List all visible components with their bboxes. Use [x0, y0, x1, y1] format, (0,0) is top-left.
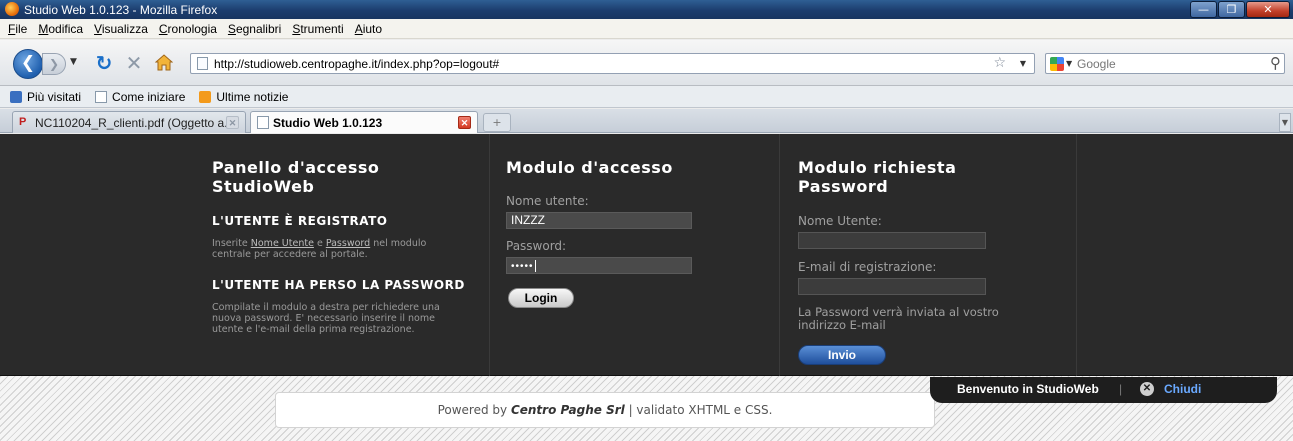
footer: Powered by Centro Paghe Srl | validato X… — [275, 392, 935, 428]
password-input[interactable]: ••••• — [506, 257, 692, 274]
menu-cronologia[interactable]: Cronologia — [159, 22, 217, 36]
section-lost-password-title: L'UTENTE HA PERSO LA PASSWORD — [212, 278, 465, 292]
maximize-button[interactable]: ❐ — [1218, 1, 1245, 18]
close-window-button[interactable]: ✕ — [1246, 1, 1290, 18]
minimize-button[interactable]: — — [1190, 1, 1217, 18]
chiudi-link[interactable]: Chiudi — [1164, 382, 1201, 396]
invio-button[interactable]: Invio — [798, 345, 886, 365]
tab-close-icon[interactable]: ✕ — [458, 116, 471, 129]
navigation-toolbar: ❮ ❯ ▼ ↻ ✕ http://studioweb.centropaghe.i… — [0, 40, 1293, 86]
welcome-separator: | — [1119, 382, 1123, 396]
window-controls: — ❐ ✕ — [1189, 1, 1290, 18]
welcome-text: Benvenuto in StudioWeb — [957, 382, 1099, 396]
recover-username-label: Nome Utente: — [798, 214, 882, 228]
tab-studio-web[interactable]: Studio Web 1.0.123 ✕ — [250, 111, 478, 133]
tab-list-icon[interactable]: ▼ — [1279, 113, 1291, 132]
username-input[interactable]: INZZZ — [506, 212, 692, 229]
window-title: Studio Web 1.0.123 - Mozilla Firefox — [24, 3, 218, 17]
footer-brand-link[interactable]: Centro Paghe Srl — [511, 403, 625, 417]
nome-utente-link: Nome Utente — [250, 238, 314, 249]
menu-aiuto[interactable]: Aiuto — [355, 22, 382, 36]
page-icon — [257, 116, 269, 129]
menu-bar: File Modifica Visualizza Cronologia Segn… — [0, 19, 1293, 39]
recover-username-input[interactable] — [798, 232, 986, 249]
stop-icon[interactable]: ✕ — [122, 51, 146, 75]
url-dropdown-icon[interactable]: ▼ — [1020, 59, 1026, 68]
recover-email-label: E-mail di registrazione: — [798, 260, 937, 274]
recover-info-text: La Password verrà inviata al vostro indi… — [798, 305, 999, 332]
password-link: Password — [325, 238, 371, 249]
section-lost-password-text: Compilate il modulo a destra per richied… — [212, 302, 440, 335]
login-button[interactable]: Login — [508, 288, 574, 308]
menu-strumenti[interactable]: Strumenti — [292, 22, 343, 36]
username-label: Nome utente: — [506, 194, 589, 208]
bookmark-label: Più visitati — [27, 89, 82, 104]
bookmark-label: Come iniziare — [112, 89, 186, 104]
login-title: Modulo d'accesso — [506, 158, 673, 177]
bookmark-come-iniziare[interactable]: Come iniziare — [95, 90, 185, 104]
tab-label: Studio Web 1.0.123 — [273, 116, 383, 130]
firefox-icon — [5, 2, 19, 16]
tab-close-icon[interactable]: ✕ — [226, 116, 239, 129]
recover-title: Modulo richiesta Password — [798, 158, 957, 196]
menu-file[interactable]: File — [8, 22, 27, 36]
rss-icon — [199, 90, 212, 103]
section-registered-text: Inserite Nome Utente e Password nel modu… — [212, 238, 427, 260]
password-label: Password: — [506, 239, 567, 253]
close-icon[interactable]: ✕ — [1140, 382, 1154, 396]
pdf-icon: P — [19, 116, 27, 128]
tab-label: NC110204_R_clienti.pdf (Oggetto a... — [35, 116, 235, 130]
page-content: Panello d'accesso StudioWeb L'UTENTE È R… — [0, 134, 1293, 441]
forward-button[interactable]: ❯ — [42, 53, 66, 75]
info-column: Panello d'accesso StudioWeb L'UTENTE È R… — [200, 134, 490, 376]
login-column: Modulo d'accesso Nome utente: INZZZ Pass… — [490, 134, 780, 376]
menu-modifica[interactable]: Modifica — [38, 22, 83, 36]
menu-visualizza[interactable]: Visualizza — [94, 22, 148, 36]
most-visited-icon — [10, 90, 22, 103]
window-titlebar: Studio Web 1.0.123 - Mozilla Firefox — ❐… — [0, 0, 1293, 19]
search-bar[interactable]: ▼ Google ⚲ — [1045, 53, 1285, 74]
bookmark-star-icon[interactable]: ☆ — [993, 55, 1006, 71]
history-dropdown-icon[interactable]: ▼ — [70, 57, 77, 67]
reload-icon[interactable]: ↻ — [92, 51, 116, 75]
panel-title: Panello d'accesso StudioWeb — [212, 158, 380, 196]
search-icon[interactable]: ⚲ — [1270, 54, 1281, 72]
tab-bar: P NC110204_R_clienti.pdf (Oggetto a... ✕… — [0, 109, 1293, 133]
tab-pdf[interactable]: P NC110204_R_clienti.pdf (Oggetto a... ✕ — [12, 111, 246, 133]
new-tab-button[interactable]: + — [483, 113, 511, 132]
bookmark-piu-visitati[interactable]: Più visitati — [10, 90, 81, 104]
back-button[interactable]: ❮ — [13, 49, 43, 79]
url-text[interactable]: http://studioweb.centropaghe.it/index.ph… — [214, 57, 499, 71]
page-icon — [197, 57, 208, 70]
welcome-bar: Benvenuto in StudioWeb | ✕ Chiudi — [930, 377, 1277, 403]
google-icon[interactable] — [1050, 57, 1064, 71]
password-request-column: Modulo richiesta Password Nome Utente: E… — [780, 134, 1077, 376]
search-engine-dropdown-icon[interactable]: ▼ — [1066, 59, 1072, 68]
page-icon — [95, 90, 108, 103]
home-icon[interactable] — [152, 51, 176, 75]
address-bar[interactable]: http://studioweb.centropaghe.it/index.ph… — [190, 53, 1035, 74]
bookmark-label: Ultime notizie — [216, 89, 289, 104]
menu-segnalibri[interactable]: Segnalibri — [228, 22, 281, 36]
bookmarks-bar: Più visitati Come iniziare Ultime notizi… — [0, 86, 1293, 108]
bookmark-ultime-notizie[interactable]: Ultime notizie — [199, 90, 288, 104]
section-registered-title: L'UTENTE È REGISTRATO — [212, 214, 388, 228]
login-panel: Panello d'accesso StudioWeb L'UTENTE È R… — [0, 134, 1293, 376]
recover-email-input[interactable] — [798, 278, 986, 295]
search-placeholder[interactable]: Google — [1077, 57, 1116, 71]
